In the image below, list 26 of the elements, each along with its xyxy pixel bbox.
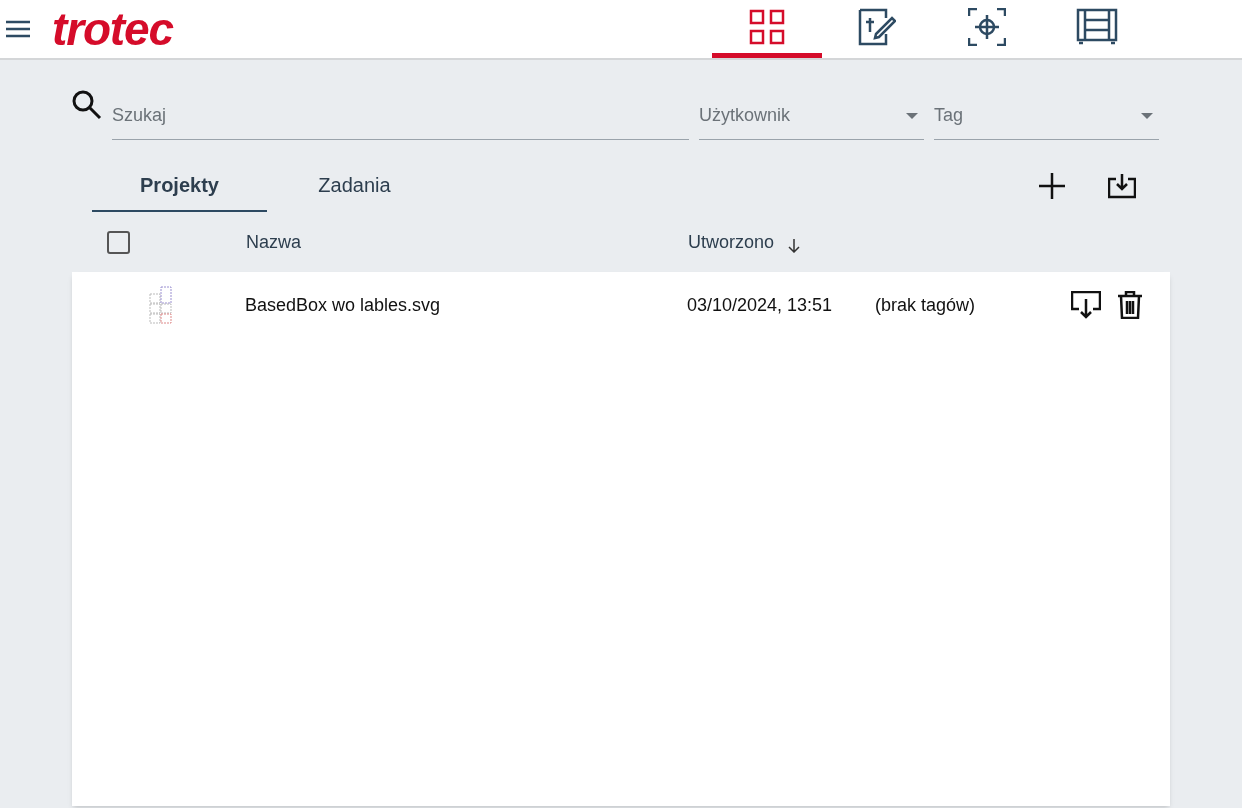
column-header[interactable]: Utworzono (688, 228, 775, 256)
created-date: 03/10/2024, 13:51 (687, 293, 834, 317)
add-icon[interactable] (1038, 172, 1066, 200)
import-icon[interactable] (1108, 173, 1136, 199)
caret-icon (1141, 112, 1153, 119)
trash-icon[interactable] (1117, 291, 1143, 319)
tab[interactable]: Projekty (92, 160, 267, 212)
tab[interactable]: Zadania (267, 160, 442, 212)
select-all-checkbox[interactable] (107, 230, 130, 254)
tags-text: (brak tagów) (875, 293, 977, 317)
trotec-logo: trotec (52, 6, 173, 52)
search-field[interactable]: Szukaj (112, 92, 689, 140)
machine-icon (1076, 7, 1118, 46)
user-dropdown[interactable]: Użytkownik (699, 92, 924, 140)
project-name[interactable]: BasedBox wo lables.svg (245, 291, 687, 319)
menu-icon[interactable] (6, 20, 30, 38)
download-icon[interactable] (1071, 291, 1101, 319)
column-header[interactable]: Nazwa (246, 228, 688, 256)
sort-arrow-icon[interactable] (788, 239, 801, 253)
pen-document-icon (858, 7, 896, 46)
tag-dropdown[interactable]: Tag (934, 92, 1159, 140)
search-icon (72, 90, 102, 120)
grid-icon (749, 8, 785, 45)
crosshair-icon (968, 7, 1006, 46)
caret-icon (906, 112, 918, 119)
thumbnail-drawing (149, 286, 173, 324)
